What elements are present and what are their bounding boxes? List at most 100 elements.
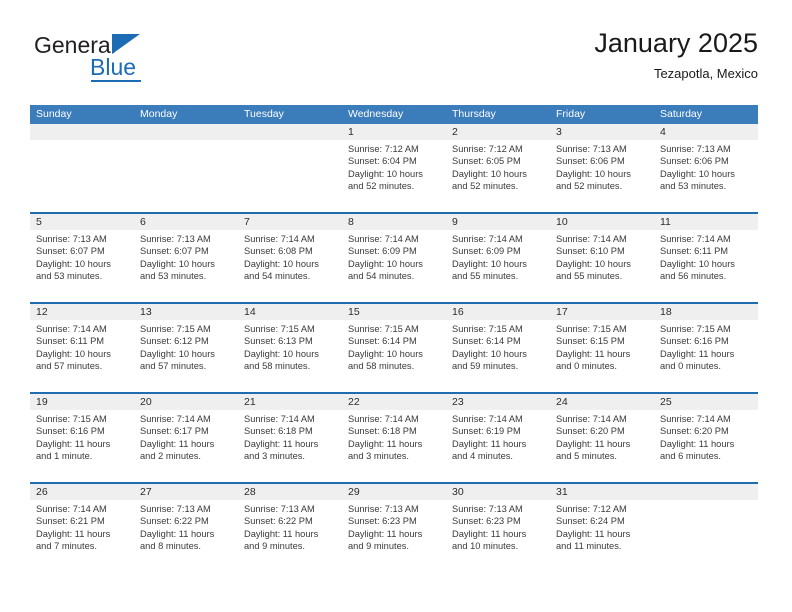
day-detail-line: Sunset: 6:18 PM: [244, 426, 313, 437]
general-blue-logo[interactable]: General Blue: [34, 32, 214, 88]
day-details: Sunrise: 7:14 AM Sunset: 6:09 PM Daylight:…: [446, 230, 550, 302]
calendar-day-cell[interactable]: 11 Sunrise: 7:14 AM Sunset: 6:11 PM Dayligh…: [654, 214, 758, 302]
day-details: Sunrise: 7:14 AM Sunset: 6:11 PM Daylight:…: [654, 230, 758, 302]
day-detail-line: and 3 minutes.: [348, 451, 409, 462]
day-detail-line: and 4 minutes.: [452, 451, 513, 462]
day-of-week-header-row: Sunday Monday Tuesday Wednesday Thursday Frid…: [30, 105, 758, 124]
day-detail-line: and 55 minutes.: [452, 271, 519, 282]
day-details: Sunrise: 7:13 AM Sunset: 6:06 PM Daylight:…: [654, 140, 758, 212]
calendar-day-cell[interactable]: 28 Sunrise: 7:13 AM Sunset: 6:22 PM Dayligh…: [238, 484, 342, 572]
calendar-day-cell[interactable]: 23 Sunrise: 7:14 AM Sunset: 6:19 PM Dayligh…: [446, 394, 550, 482]
calendar-day-cell[interactable]: 9 Sunrise: 7:14 AM Sunset: 6:09 PM Daylight…: [446, 214, 550, 302]
day-detail-line: Sunset: 6:06 PM: [556, 156, 625, 167]
day-detail-line: Sunset: 6:13 PM: [244, 336, 313, 347]
day-number: 11: [654, 214, 758, 230]
day-details: Sunrise: 7:13 AM Sunset: 6:23 PM Daylight:…: [446, 500, 550, 572]
day-of-week-header-thursday: Thursday: [452, 108, 496, 120]
calendar-day-cell[interactable]: 30 Sunrise: 7:13 AM Sunset: 6:23 PM Dayligh…: [446, 484, 550, 572]
day-detail-line: Sunrise: 7:14 AM: [140, 414, 211, 424]
day-detail-line: Sunrise: 7:12 AM: [452, 144, 523, 154]
calendar-day-cell[interactable]: 13 Sunrise: 7:15 AM Sunset: 6:12 PM Dayligh…: [134, 304, 238, 392]
day-detail-line: Sunset: 6:06 PM: [660, 156, 729, 167]
calendar-day-cell[interactable]: 26 Sunrise: 7:14 AM Sunset: 6:21 PM Dayligh…: [30, 484, 134, 572]
calendar-day-cell-empty: [238, 124, 342, 212]
day-detail-line: Sunrise: 7:14 AM: [660, 234, 731, 244]
day-details: Sunrise: 7:14 AM Sunset: 6:21 PM Daylight:…: [30, 500, 134, 572]
calendar-day-cell[interactable]: 8 Sunrise: 7:14 AM Sunset: 6:09 PM Daylight…: [342, 214, 446, 302]
day-details: Sunrise: 7:12 AM Sunset: 6:24 PM Daylight:…: [550, 500, 654, 572]
day-number: 5: [30, 214, 134, 230]
day-detail-line: Daylight: 10 hours: [244, 348, 319, 359]
day-detail-line: Sunrise: 7:14 AM: [348, 234, 419, 244]
calendar-day-cell[interactable]: 2 Sunrise: 7:12 AM Sunset: 6:05 PM Daylight…: [446, 124, 550, 212]
calendar-day-cell[interactable]: 25 Sunrise: 7:14 AM Sunset: 6:20 PM Dayligh…: [654, 394, 758, 482]
day-detail-line: Sunset: 6:09 PM: [452, 246, 521, 257]
day-detail-line: and 6 minutes.: [660, 451, 721, 462]
calendar-day-cell[interactable]: 7 Sunrise: 7:14 AM Sunset: 6:08 PM Daylight…: [238, 214, 342, 302]
calendar-week-row: 1 Sunrise: 7:12 AM Sunset: 6:04 PM Daylight…: [30, 124, 758, 212]
day-detail-line: Sunrise: 7:14 AM: [244, 414, 315, 424]
calendar-day-cell[interactable]: 5 Sunrise: 7:13 AM Sunset: 6:07 PM Daylight…: [30, 214, 134, 302]
calendar-day-cell[interactable]: 24 Sunrise: 7:14 AM Sunset: 6:20 PM Dayligh…: [550, 394, 654, 482]
day-detail-line: Daylight: 10 hours: [36, 348, 111, 359]
day-details: Sunrise: 7:15 AM Sunset: 6:12 PM Daylight:…: [134, 320, 238, 392]
day-details: Sunrise: 7:15 AM Sunset: 6:15 PM Daylight:…: [550, 320, 654, 392]
calendar-day-cell[interactable]: 4 Sunrise: 7:13 AM Sunset: 6:06 PM Daylight…: [654, 124, 758, 212]
day-number: 13: [134, 304, 238, 320]
calendar-day-cell[interactable]: 16 Sunrise: 7:15 AM Sunset: 6:14 PM Dayligh…: [446, 304, 550, 392]
day-detail-line: Sunrise: 7:14 AM: [36, 324, 107, 334]
logo-underline: [91, 80, 141, 82]
day-detail-line: Daylight: 11 hours: [556, 438, 631, 449]
calendar-day-cell[interactable]: 19 Sunrise: 7:15 AM Sunset: 6:16 PM Dayligh…: [30, 394, 134, 482]
day-detail-line: Daylight: 10 hours: [660, 168, 735, 179]
day-detail-line: and 53 minutes.: [660, 181, 727, 192]
calendar-day-cell[interactable]: 18 Sunrise: 7:15 AM Sunset: 6:16 PM Dayligh…: [654, 304, 758, 392]
calendar-day-cell[interactable]: 12 Sunrise: 7:14 AM Sunset: 6:11 PM Dayligh…: [30, 304, 134, 392]
calendar-day-cell[interactable]: 6 Sunrise: 7:13 AM Sunset: 6:07 PM Daylight…: [134, 214, 238, 302]
day-number: 15: [342, 304, 446, 320]
day-number: 2: [446, 124, 550, 140]
calendar-day-cell[interactable]: 29 Sunrise: 7:13 AM Sunset: 6:23 PM Dayligh…: [342, 484, 446, 572]
day-detail-line: and 9 minutes.: [244, 541, 305, 552]
day-detail-line: Sunrise: 7:12 AM: [556, 504, 627, 514]
day-number: 20: [134, 394, 238, 410]
day-detail-line: Daylight: 10 hours: [348, 348, 423, 359]
day-detail-line: Sunset: 6:09 PM: [348, 246, 417, 257]
calendar-day-cell[interactable]: 27 Sunrise: 7:13 AM Sunset: 6:22 PM Dayligh…: [134, 484, 238, 572]
day-detail-line: Daylight: 11 hours: [244, 438, 319, 449]
calendar-day-cell[interactable]: 22 Sunrise: 7:14 AM Sunset: 6:18 PM Dayligh…: [342, 394, 446, 482]
day-details: [134, 140, 238, 212]
day-details: Sunrise: 7:13 AM Sunset: 6:07 PM Daylight:…: [134, 230, 238, 302]
calendar-day-cell[interactable]: 21 Sunrise: 7:14 AM Sunset: 6:18 PM Dayligh…: [238, 394, 342, 482]
day-detail-line: Sunrise: 7:13 AM: [556, 144, 627, 154]
day-detail-line: Sunrise: 7:13 AM: [452, 504, 523, 514]
day-detail-line: and 52 minutes.: [452, 181, 519, 192]
calendar-day-cell[interactable]: 10 Sunrise: 7:14 AM Sunset: 6:10 PM Dayligh…: [550, 214, 654, 302]
calendar-day-cell[interactable]: 20 Sunrise: 7:14 AM Sunset: 6:17 PM Dayligh…: [134, 394, 238, 482]
day-detail-line: and 56 minutes.: [660, 271, 727, 282]
calendar-day-cell[interactable]: 15 Sunrise: 7:15 AM Sunset: 6:14 PM Dayligh…: [342, 304, 446, 392]
day-detail-line: Sunset: 6:10 PM: [556, 246, 625, 257]
day-of-week-header-wednesday: Wednesday: [348, 108, 404, 120]
day-details: Sunrise: 7:15 AM Sunset: 6:14 PM Daylight:…: [342, 320, 446, 392]
day-number: 6: [134, 214, 238, 230]
calendar-day-cell[interactable]: 3 Sunrise: 7:13 AM Sunset: 6:06 PM Daylight…: [550, 124, 654, 212]
day-detail-line: Sunset: 6:21 PM: [36, 516, 105, 527]
calendar-day-cell[interactable]: 31 Sunrise: 7:12 AM Sunset: 6:24 PM Dayligh…: [550, 484, 654, 572]
day-detail-line: Daylight: 10 hours: [452, 258, 527, 269]
day-number: 10: [550, 214, 654, 230]
day-details: Sunrise: 7:14 AM Sunset: 6:20 PM Daylight:…: [550, 410, 654, 482]
page-header: General Blue January 2025 Tezapotla, Mex…: [34, 26, 758, 96]
day-detail-line: Sunrise: 7:13 AM: [660, 144, 731, 154]
day-details: Sunrise: 7:14 AM Sunset: 6:11 PM Daylight:…: [30, 320, 134, 392]
calendar-day-cell[interactable]: 14 Sunrise: 7:15 AM Sunset: 6:13 PM Dayligh…: [238, 304, 342, 392]
day-detail-line: Daylight: 10 hours: [36, 258, 111, 269]
day-detail-line: and 5 minutes.: [556, 451, 617, 462]
day-detail-line: Daylight: 10 hours: [556, 258, 631, 269]
calendar-day-cell[interactable]: 1 Sunrise: 7:12 AM Sunset: 6:04 PM Daylight…: [342, 124, 446, 212]
day-details: Sunrise: 7:14 AM Sunset: 6:18 PM Daylight:…: [238, 410, 342, 482]
calendar-week-row: 5 Sunrise: 7:13 AM Sunset: 6:07 PM Daylight…: [30, 212, 758, 302]
calendar-day-cell[interactable]: 17 Sunrise: 7:15 AM Sunset: 6:15 PM Dayligh…: [550, 304, 654, 392]
day-detail-line: Sunset: 6:24 PM: [556, 516, 625, 527]
day-detail-line: Sunset: 6:12 PM: [140, 336, 209, 347]
